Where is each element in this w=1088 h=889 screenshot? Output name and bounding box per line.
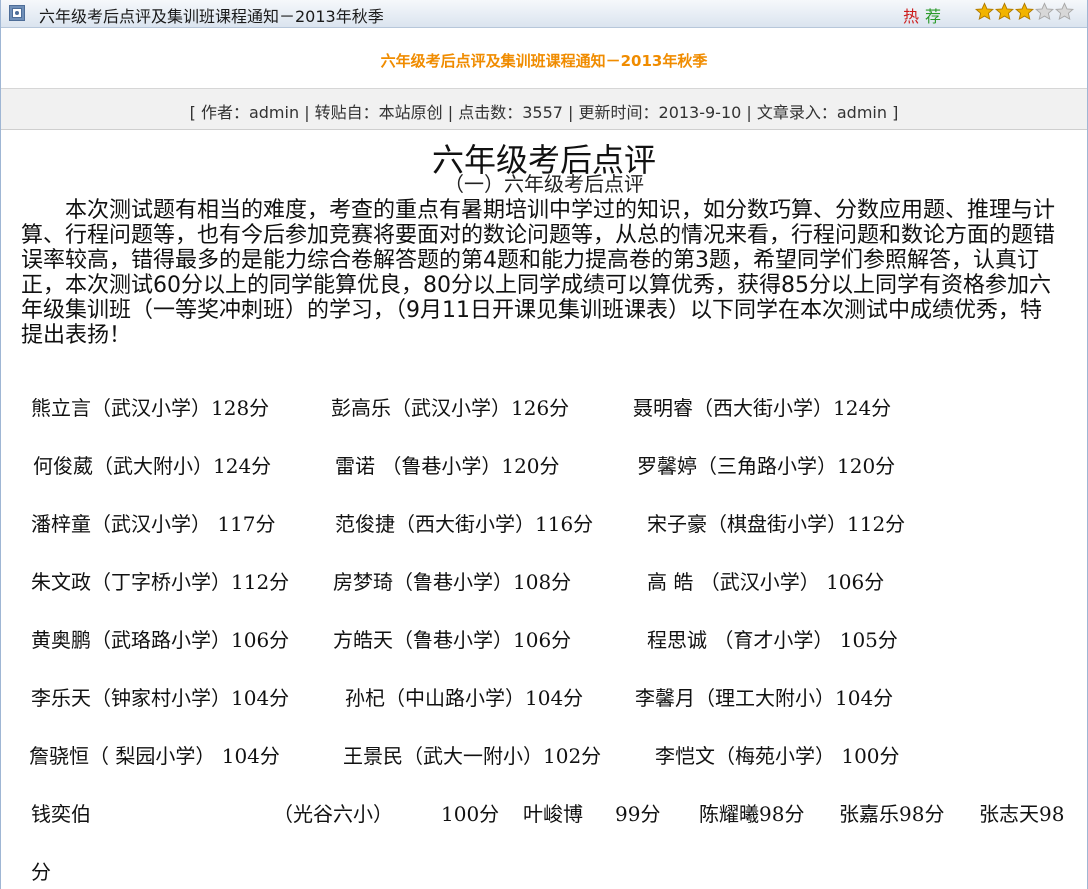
honor-entry: 99分 — [615, 802, 661, 826]
honor-entry: 钱奕伯 — [31, 802, 91, 826]
honor-entry: 陈耀曦98分 — [699, 802, 805, 826]
honor-entry: 方皓天（鲁巷小学）106分 — [333, 628, 572, 652]
document-icon — [9, 5, 25, 21]
honor-entry: 程思诚 （育才小学） 105分 — [647, 628, 898, 652]
honor-entry: 叶峻博 — [523, 802, 583, 826]
honor-entry: 李乐天（钟家村小学）104分 — [31, 686, 290, 710]
star-icon — [995, 2, 1014, 21]
honor-entry: 李恺文（梅苑小学） 100分 — [655, 744, 900, 768]
honor-entry: 100分 — [441, 802, 500, 826]
honor-entry: 范俊捷（西大街小学）116分 — [335, 512, 594, 536]
honor-entry: 黄奥鹏（武珞路小学）106分 — [31, 628, 290, 652]
honor-entry: 王景民（武大一附小）102分 — [343, 744, 602, 768]
honor-entry: 雷诺 （鲁巷小学）120分 — [335, 454, 560, 478]
rating-stars — [975, 2, 1074, 24]
honor-entry: 詹骁恒（ 梨园小学） 104分 — [29, 744, 280, 768]
star-icon — [1035, 2, 1054, 21]
article-banner: 六年级考后点评及集训班课程通知－2013年秋季 — [1, 28, 1087, 89]
star-icon — [1015, 2, 1034, 21]
honor-entry: 分 — [31, 860, 51, 884]
honor-entry: 彭高乐（武汉小学）126分 — [331, 396, 570, 420]
article-paragraph: 本次测试题有相当的难度，考查的重点有暑期培训中学过的知识，如分数巧算、分数应用题… — [21, 198, 1056, 348]
honor-entry: （光谷六小） — [273, 802, 393, 826]
banner-title: 六年级考后点评及集训班课程通知－2013年秋季 — [380, 52, 708, 70]
star-icon — [1055, 2, 1074, 21]
recommend-badge: 荐 — [925, 7, 942, 26]
honor-entry: 房梦琦（鲁巷小学）108分 — [333, 570, 572, 594]
article-body: 六年级考后点评 （一）六年级考后点评 本次测试题有相当的难度，考查的重点有暑期培… — [1, 130, 1087, 889]
honor-entry: 张嘉乐98分 — [839, 802, 945, 826]
window-title: 六年级考后点评及集训班课程通知－2013年秋季 — [39, 7, 384, 26]
article-subheading: （一）六年级考后点评 — [444, 172, 644, 196]
honor-entry: 孙杞（中山路小学）104分 — [345, 686, 584, 710]
honor-entry: 张志天98 — [979, 802, 1065, 826]
article-window: 六年级考后点评及集训班课程通知－2013年秋季 热 荐 六年级考后点评及集训班课… — [0, 0, 1088, 889]
hot-badge: 热 — [903, 7, 920, 26]
honor-entry: 熊立言（武汉小学）128分 — [31, 396, 270, 420]
honor-entry: 罗馨婷（三角路小学）120分 — [637, 454, 896, 478]
honor-entry: 聂明睿（西大街小学）124分 — [633, 396, 892, 420]
star-icon — [975, 2, 994, 21]
honor-entry: 朱文政（丁字桥小学）112分 — [31, 570, 290, 594]
honor-entry: 李馨月（理工大附小）104分 — [635, 686, 894, 710]
honor-entry: 宋子豪（棋盘街小学）112分 — [647, 512, 906, 536]
honor-entry: 何俊葳（武大附小）124分 — [33, 454, 272, 478]
article-meta: [ 作者：admin | 转贴自：本站原创 | 点击数：3557 | 更新时间：… — [189, 103, 899, 122]
article-info-bar: [ 作者：admin | 转贴自：本站原创 | 点击数：3557 | 更新时间：… — [1, 89, 1087, 130]
title-bar: 六年级考后点评及集训班课程通知－2013年秋季 热 荐 — [1, 0, 1087, 28]
honor-entry: 潘梓童（武汉小学） 117分 — [31, 512, 276, 536]
honor-entry: 高 皓 （武汉小学） 106分 — [647, 570, 885, 594]
